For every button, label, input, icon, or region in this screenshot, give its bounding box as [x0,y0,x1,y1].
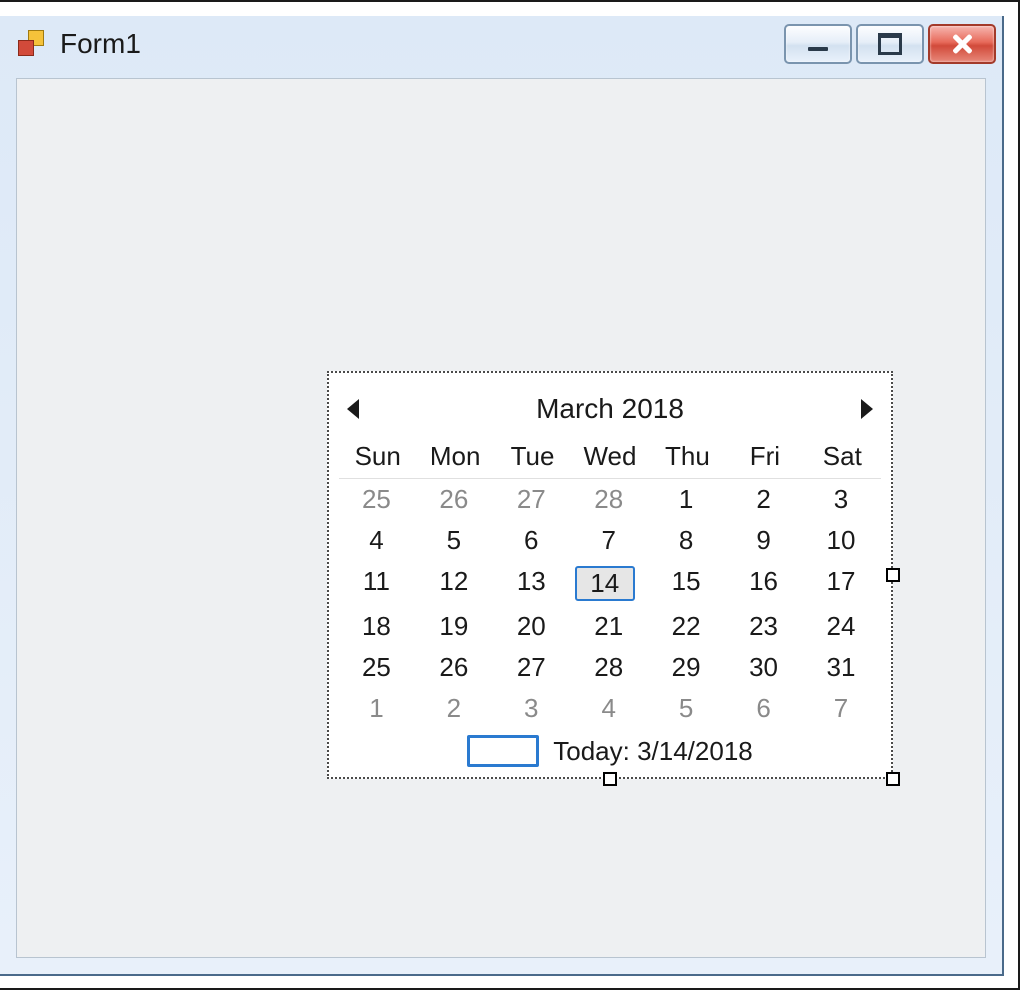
calendar-footer[interactable]: Today: 3/14/2018 [333,729,887,771]
minimize-button[interactable] [784,24,852,64]
window-title: Form1 [60,28,141,60]
calendar-day[interactable]: 18 [339,606,416,647]
calendar-day[interactable]: 14 [571,561,648,606]
calendar-day[interactable]: 1 [339,688,416,729]
calendar-day-header: Mon [416,435,493,479]
calendar-day[interactable]: 16 [726,561,803,606]
calendar-day[interactable]: 29 [649,647,726,688]
calendar-day[interactable]: 6 [726,688,803,729]
calendar-day[interactable]: 26 [416,479,493,520]
calendar-day[interactable]: 28 [571,647,648,688]
calendar-day[interactable]: 17 [804,561,881,606]
minimize-icon [808,47,828,51]
next-month-button[interactable] [861,399,873,419]
calendar-day[interactable]: 5 [649,688,726,729]
calendar-day[interactable]: 9 [726,520,803,561]
caption-buttons [784,24,996,64]
calendar-day[interactable]: 27 [494,479,571,520]
calendar-day[interactable]: 6 [494,520,571,561]
title-left: Form1 [18,28,141,60]
today-label: Today: 3/14/2018 [553,736,753,767]
maximize-button[interactable] [856,24,924,64]
calendar-day-header: Fri [726,435,803,479]
calendar-day[interactable]: 7 [804,688,881,729]
calendar-day[interactable]: 13 [494,561,571,606]
calendar-day[interactable]: 2 [726,479,803,520]
close-icon [951,33,973,55]
calendar-day[interactable]: 25 [339,647,416,688]
calendar-day[interactable]: 4 [571,688,648,729]
calendar-day[interactable]: 4 [339,520,416,561]
client-area: March 2018 SunMonTueWedThuFriSat25262728… [16,78,986,958]
calendar-day[interactable]: 5 [416,520,493,561]
calendar-day[interactable]: 8 [649,520,726,561]
app-icon [18,30,46,58]
calendar-day[interactable]: 15 [649,561,726,606]
titlebar[interactable]: Form1 [0,16,1002,72]
calendar-title[interactable]: March 2018 [536,393,684,425]
calendar-nav: March 2018 [333,377,887,435]
calendar-day[interactable]: 3 [804,479,881,520]
calendar-day[interactable]: 7 [571,520,648,561]
calendar-day[interactable]: 26 [416,647,493,688]
calendar-day-header: Thu [649,435,726,479]
calendar-day[interactable]: 1 [649,479,726,520]
calendar-day[interactable]: 20 [494,606,571,647]
resize-handle-bottom[interactable] [603,772,617,786]
calendar-day-header: Sat [804,435,881,479]
calendar-grid: SunMonTueWedThuFriSat2526272812345678910… [333,435,887,729]
prev-month-button[interactable] [347,399,359,419]
calendar-day[interactable]: 11 [339,561,416,606]
calendar-day[interactable]: 12 [416,561,493,606]
calendar-day-header: Wed [571,435,648,479]
calendar-day[interactable]: 10 [804,520,881,561]
calendar-day[interactable]: 2 [416,688,493,729]
calendar-day[interactable]: 28 [571,479,648,520]
resize-handle-corner[interactable] [886,772,900,786]
window-form1: Form1 March 2018 [0,16,1004,976]
maximize-icon [878,33,902,55]
month-calendar[interactable]: March 2018 SunMonTueWedThuFriSat25262728… [327,371,893,779]
calendar-day[interactable]: 19 [416,606,493,647]
calendar-day[interactable]: 3 [494,688,571,729]
calendar-day[interactable]: 23 [726,606,803,647]
calendar-day[interactable]: 21 [571,606,648,647]
today-indicator-icon [467,735,539,767]
calendar-day-header: Tue [494,435,571,479]
calendar-day[interactable]: 31 [804,647,881,688]
calendar-day[interactable]: 24 [804,606,881,647]
calendar-day[interactable]: 27 [494,647,571,688]
calendar-day[interactable]: 22 [649,606,726,647]
outer-frame: Form1 March 2018 [0,0,1020,990]
calendar-day[interactable]: 25 [339,479,416,520]
calendar-day-header: Sun [339,435,416,479]
resize-handle-right[interactable] [886,568,900,582]
calendar-day[interactable]: 30 [726,647,803,688]
close-button[interactable] [928,24,996,64]
